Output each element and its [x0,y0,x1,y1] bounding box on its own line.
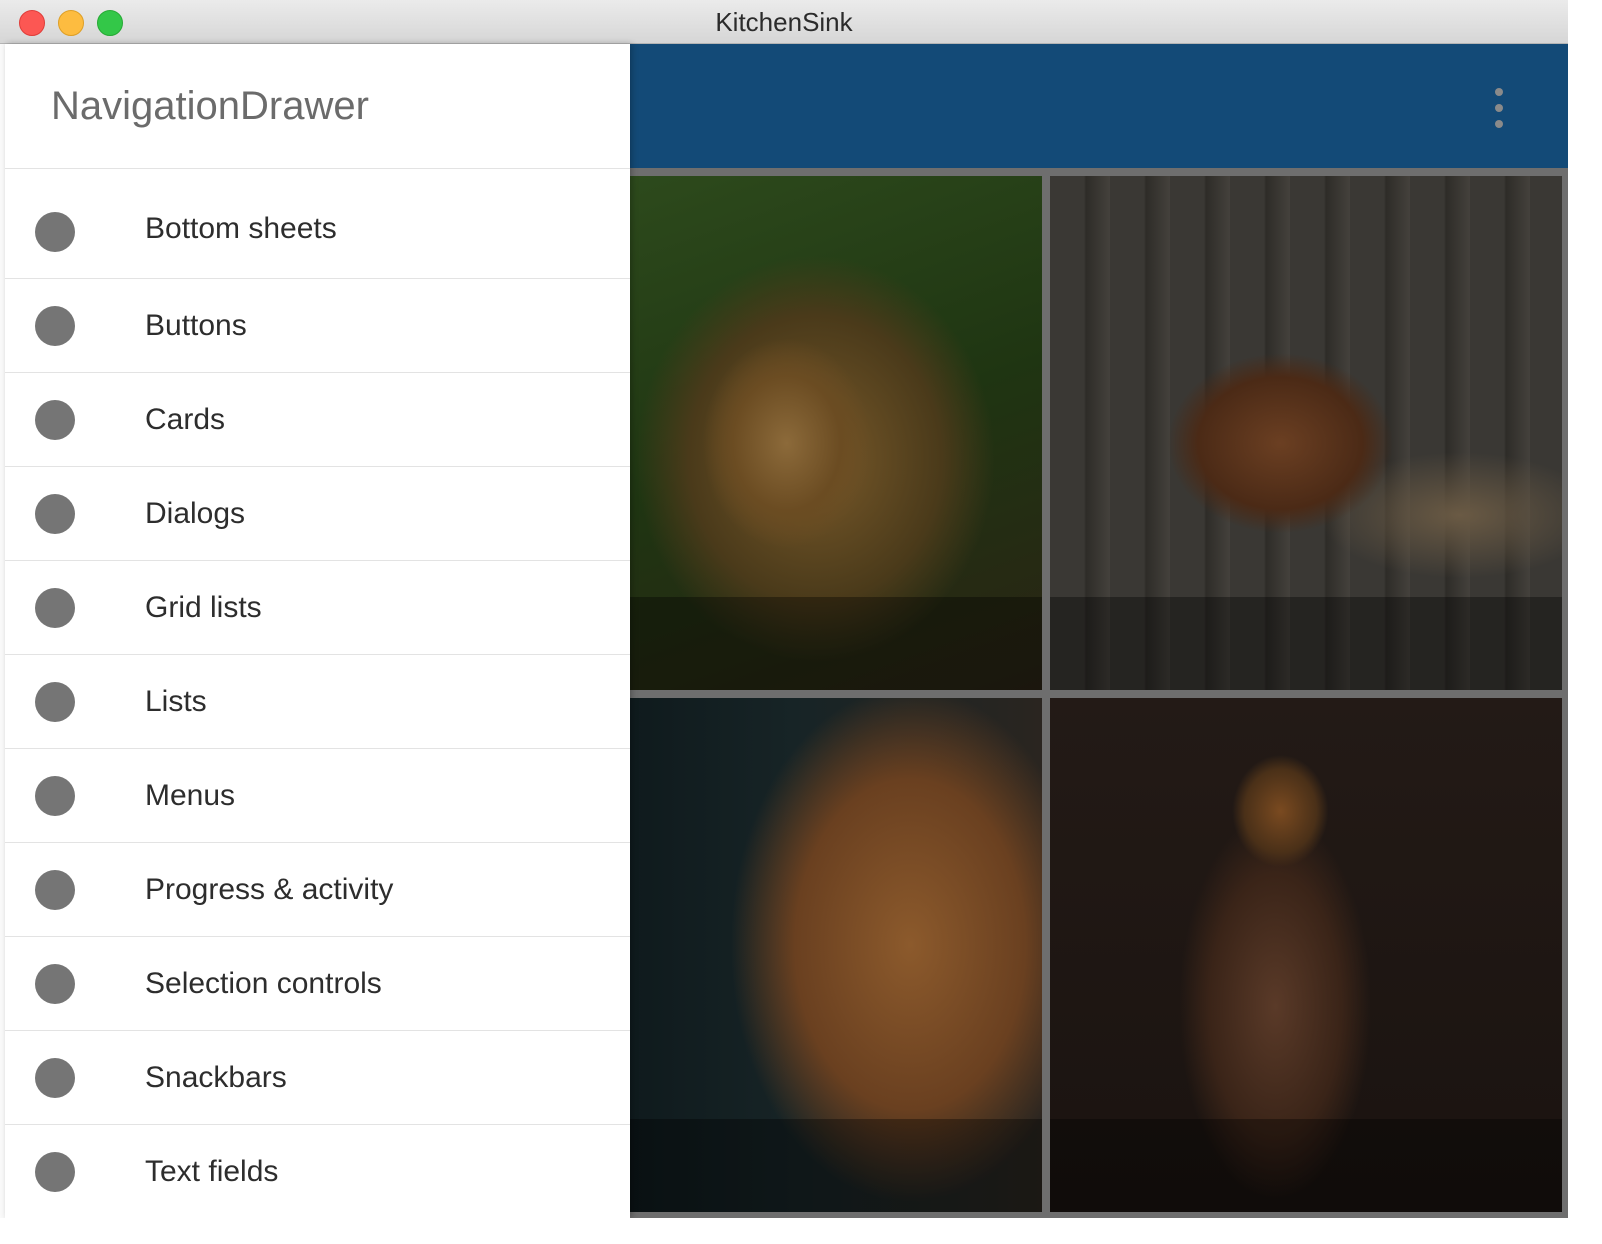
window-title: KitchenSink [715,7,853,37]
drawer-item-label: Lists [145,684,207,718]
drawer-item-lists[interactable]: Lists [5,655,630,749]
drawer-item-dialogs[interactable]: Dialogs [5,467,630,561]
grid-tile-lightbulb[interactable] [1050,698,1562,1212]
item-icon [35,1057,75,1098]
item-icon [35,493,75,534]
item-icon [35,869,75,910]
drawer-item-buttons[interactable]: Buttons [5,279,630,373]
item-icon [35,775,75,816]
drawer-item-label: Progress & activity [145,872,394,906]
drawer-item-grid-lists[interactable]: Grid lists [5,561,630,655]
drawer-item-label: Selection controls [145,966,382,1000]
drawer-item-text-fields[interactable]: Text fields [5,1125,630,1218]
drawer-item-bottom-sheets[interactable]: Bottom sheets [5,169,630,279]
drawer-item-label: Menus [145,778,236,812]
drawer-title: NavigationDrawer [51,84,369,128]
drawer-item-menus[interactable]: Menus [5,749,630,843]
tile-footer [630,597,1042,690]
grid-tile-guitar[interactable] [1050,176,1562,690]
navigation-drawer: NavigationDrawer Bottom sheets Buttons C… [5,44,630,1218]
drawer-item-label: Text fields [145,1154,279,1188]
drawer-item-label: Dialogs [145,496,246,530]
drawer-item-label: Bottom sheets [145,211,337,245]
tile-footer [1050,1119,1562,1212]
item-icon [35,399,75,440]
drawer-item-progress-activity[interactable]: Progress & activity [5,843,630,937]
drawer-item-cards[interactable]: Cards [5,373,630,467]
item-icon [35,211,75,252]
grid-tile-cat[interactable] [630,698,1042,1212]
drawer-item-label: Grid lists [145,590,262,624]
drawer-menu: Bottom sheets Buttons Cards Dialogs Grid… [5,169,630,1218]
drawer-item-label: Snackbars [145,1060,287,1094]
drawer-header: NavigationDrawer [5,44,630,169]
item-icon [35,305,75,346]
title-bar[interactable]: KitchenSink [0,0,1568,44]
drawer-item-snackbars[interactable]: Snackbars [5,1031,630,1125]
app-window: KitchenSink NavigationDrawer Bottom shee… [0,0,1568,1218]
item-icon [35,681,75,722]
grid-tile-lion[interactable] [630,176,1042,690]
drawer-item-label: Cards [145,402,226,436]
more-vert-icon[interactable] [1488,88,1510,128]
item-icon [35,587,75,628]
drawer-item-selection-controls[interactable]: Selection controls [5,937,630,1031]
tile-footer [1050,597,1562,690]
item-icon [35,1151,75,1192]
item-icon [35,963,75,1004]
tile-footer [630,1119,1042,1212]
drawer-item-label: Buttons [145,308,247,342]
